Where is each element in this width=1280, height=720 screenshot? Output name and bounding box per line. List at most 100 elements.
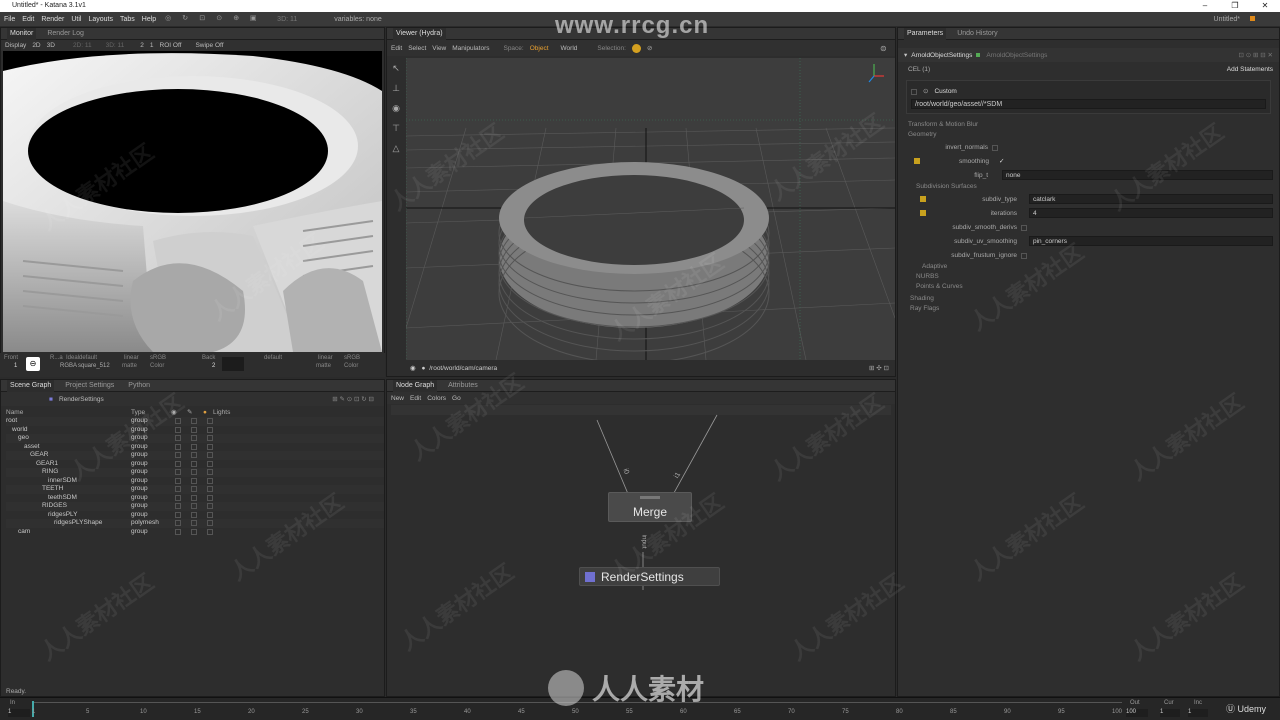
scene-row-geo[interactable]: geo group <box>6 434 384 443</box>
zoom-field-2[interactable]: 1 <box>150 42 154 49</box>
tab-parameters[interactable]: Parameters <box>904 27 947 40</box>
catalog-thumbnail-2[interactable] <box>222 357 244 371</box>
scene-row-checkbox[interactable] <box>207 520 213 526</box>
scene-row-checkbox[interactable] <box>207 435 213 441</box>
scene-row-checkbox[interactable] <box>207 494 213 501</box>
color-dropdown[interactable]: Color <box>150 363 164 369</box>
scene-row-checkbox[interactable] <box>207 503 213 509</box>
scene-row-checkbox[interactable] <box>207 452 213 458</box>
light-tool-icon[interactable]: △ <box>388 138 404 158</box>
scene-row-checkbox[interactable] <box>191 503 197 509</box>
hud-icons[interactable]: ⊞ ✣ ⊡ <box>869 362 889 375</box>
cel-label[interactable]: CEL (1) <box>908 66 930 73</box>
scene-row-checkbox[interactable] <box>191 528 197 535</box>
scene-row-checkbox[interactable] <box>207 469 213 475</box>
scene-row-root[interactable]: root group <box>6 417 384 426</box>
selection-mode-icon[interactable] <box>631 43 641 53</box>
pin-icon[interactable]: ⊙ <box>214 14 224 24</box>
scene-row-checkbox[interactable] <box>175 418 181 424</box>
zoom-field[interactable]: 2 <box>140 42 144 49</box>
section-nurbs[interactable]: NURBS <box>898 272 1279 282</box>
smoothing-checkbox[interactable]: ✓ <box>999 157 1004 165</box>
select-tool-icon[interactable]: ↖ <box>388 58 404 78</box>
linear-dropdown-2[interactable]: linear <box>318 355 333 361</box>
scene-row-gear[interactable]: GEAR group <box>6 451 384 460</box>
tab-python[interactable]: Python <box>125 380 153 392</box>
tab-monitor[interactable]: Monitor <box>7 27 37 40</box>
section-geometry[interactable]: Geometry <box>898 130 1279 140</box>
swipe-dropdown[interactable]: Swipe Off <box>195 42 223 49</box>
root-node-label[interactable]: RenderSettings <box>59 396 104 403</box>
expand-icon[interactable]: ▾ <box>904 51 907 59</box>
camera-icon[interactable]: ● <box>421 365 425 372</box>
scene-row-checkbox[interactable] <box>191 435 197 441</box>
3d-field[interactable]: 3D: 11 <box>106 42 125 49</box>
tab-render-log[interactable]: Render Log <box>44 28 87 40</box>
3d-update-field[interactable]: 3D: 11 <box>277 16 297 23</box>
scene-row-checkbox[interactable] <box>191 443 197 450</box>
menu-tabs[interactable]: Tabs <box>120 16 135 23</box>
2d-field[interactable]: 2D: 11 <box>73 42 92 49</box>
scene-row-ridgesplyshape[interactable]: ridgesPLYShape polymesh <box>6 519 384 528</box>
section-shading[interactable]: Shading <box>898 294 1279 304</box>
viewer-menu-view[interactable]: View <box>432 45 446 52</box>
scene-row-innersdm[interactable]: innerSDM group <box>6 477 384 486</box>
scene-row-checkbox[interactable] <box>175 460 181 467</box>
menu-help[interactable]: Help <box>142 16 156 23</box>
scene-row-checkbox[interactable] <box>175 477 181 484</box>
lock-icon[interactable]: ⊡ <box>197 14 207 24</box>
node-name[interactable]: ArnoldObjectSettings <box>911 52 972 59</box>
node-header-icons[interactable]: ⊡ ⊙ ⊞ ⊟ ✕ <box>1239 51 1273 59</box>
display-menu[interactable]: Display <box>5 42 26 49</box>
scene-row-asset[interactable]: asset group <box>6 443 384 452</box>
subdiv-type-dropdown[interactable]: catclark <box>1029 194 1273 204</box>
scene-row-checkbox[interactable] <box>191 452 197 458</box>
scene-row-teethsdm[interactable]: teethSDM group <box>6 494 384 503</box>
node-menu-edit[interactable]: Edit <box>410 395 421 402</box>
flipbook-icon[interactable]: ▣ <box>248 14 258 24</box>
invert-normals-checkbox[interactable] <box>992 144 998 151</box>
menu-render[interactable]: Render <box>41 16 64 23</box>
scene-row-world[interactable]: world group <box>6 426 384 435</box>
scene-row-checkbox[interactable] <box>175 426 181 433</box>
tab-project-settings[interactable]: Project Settings <box>62 380 117 392</box>
eye-icon[interactable]: ◉ <box>410 365 416 372</box>
scene-row-checkbox[interactable] <box>191 469 197 475</box>
col-name[interactable]: Name <box>6 408 131 417</box>
scene-row-ring[interactable]: RING group <box>6 468 384 477</box>
rendersettings-node[interactable]: RenderSettings <box>579 567 720 586</box>
frame-field-2[interactable]: 2 <box>212 363 215 369</box>
scene-row-checkbox[interactable] <box>175 486 181 492</box>
cel-path-field[interactable]: /root/world/geo/asset//*SDM <box>911 99 1266 109</box>
add-statements-button[interactable]: Add Statements <box>1227 66 1273 73</box>
scene-toolbar-icons[interactable]: ⊞ ✎ ⊙ ⊡ ↻ ⊟ <box>332 395 374 403</box>
tab-scene-graph[interactable]: Scene Graph <box>7 379 55 392</box>
menu-file[interactable]: File <box>4 16 15 23</box>
inc-field[interactable]: 1 <box>1188 709 1208 717</box>
matte-dropdown-2[interactable]: matte <box>316 363 331 369</box>
selection-filter-icon[interactable]: ⊘ <box>647 44 652 52</box>
menu-layouts[interactable]: Layouts <box>88 16 113 23</box>
col-visibility-icon[interactable]: ◉ <box>171 408 187 417</box>
frustum-ignore-checkbox[interactable] <box>1021 252 1027 259</box>
refresh-icon[interactable]: ↻ <box>180 14 190 24</box>
translate-tool-icon[interactable]: ⊥ <box>388 78 404 98</box>
minimize-button[interactable]: – <box>1190 0 1220 12</box>
interactive-render-icon[interactable]: ⊕ <box>231 14 241 24</box>
space-object-button[interactable]: Object <box>530 45 549 52</box>
in-field[interactable]: 1 <box>8 709 30 717</box>
uv-smoothing-dropdown[interactable]: pin_corners <box>1029 236 1273 246</box>
linear-dropdown[interactable]: linear <box>124 355 139 361</box>
scene-row-checkbox[interactable] <box>207 460 213 467</box>
space-world-button[interactable]: World <box>561 45 578 52</box>
srgb-dropdown-2[interactable]: sRGB <box>344 355 360 361</box>
color-dropdown-2[interactable]: Color <box>344 363 358 369</box>
srgb-dropdown[interactable]: sRGB <box>150 355 166 361</box>
monitor-render-image[interactable] <box>3 51 382 352</box>
section-transform[interactable]: Transform & Motion Blur <box>898 120 1279 130</box>
scene-row-checkbox[interactable] <box>175 528 181 535</box>
matte-dropdown[interactable]: matte <box>122 363 137 369</box>
scene-row-checkbox[interactable] <box>191 520 197 526</box>
roi-dropdown[interactable]: ROI Off <box>160 42 182 49</box>
tab-viewer-hydra[interactable]: Viewer (Hydra) <box>393 27 446 40</box>
